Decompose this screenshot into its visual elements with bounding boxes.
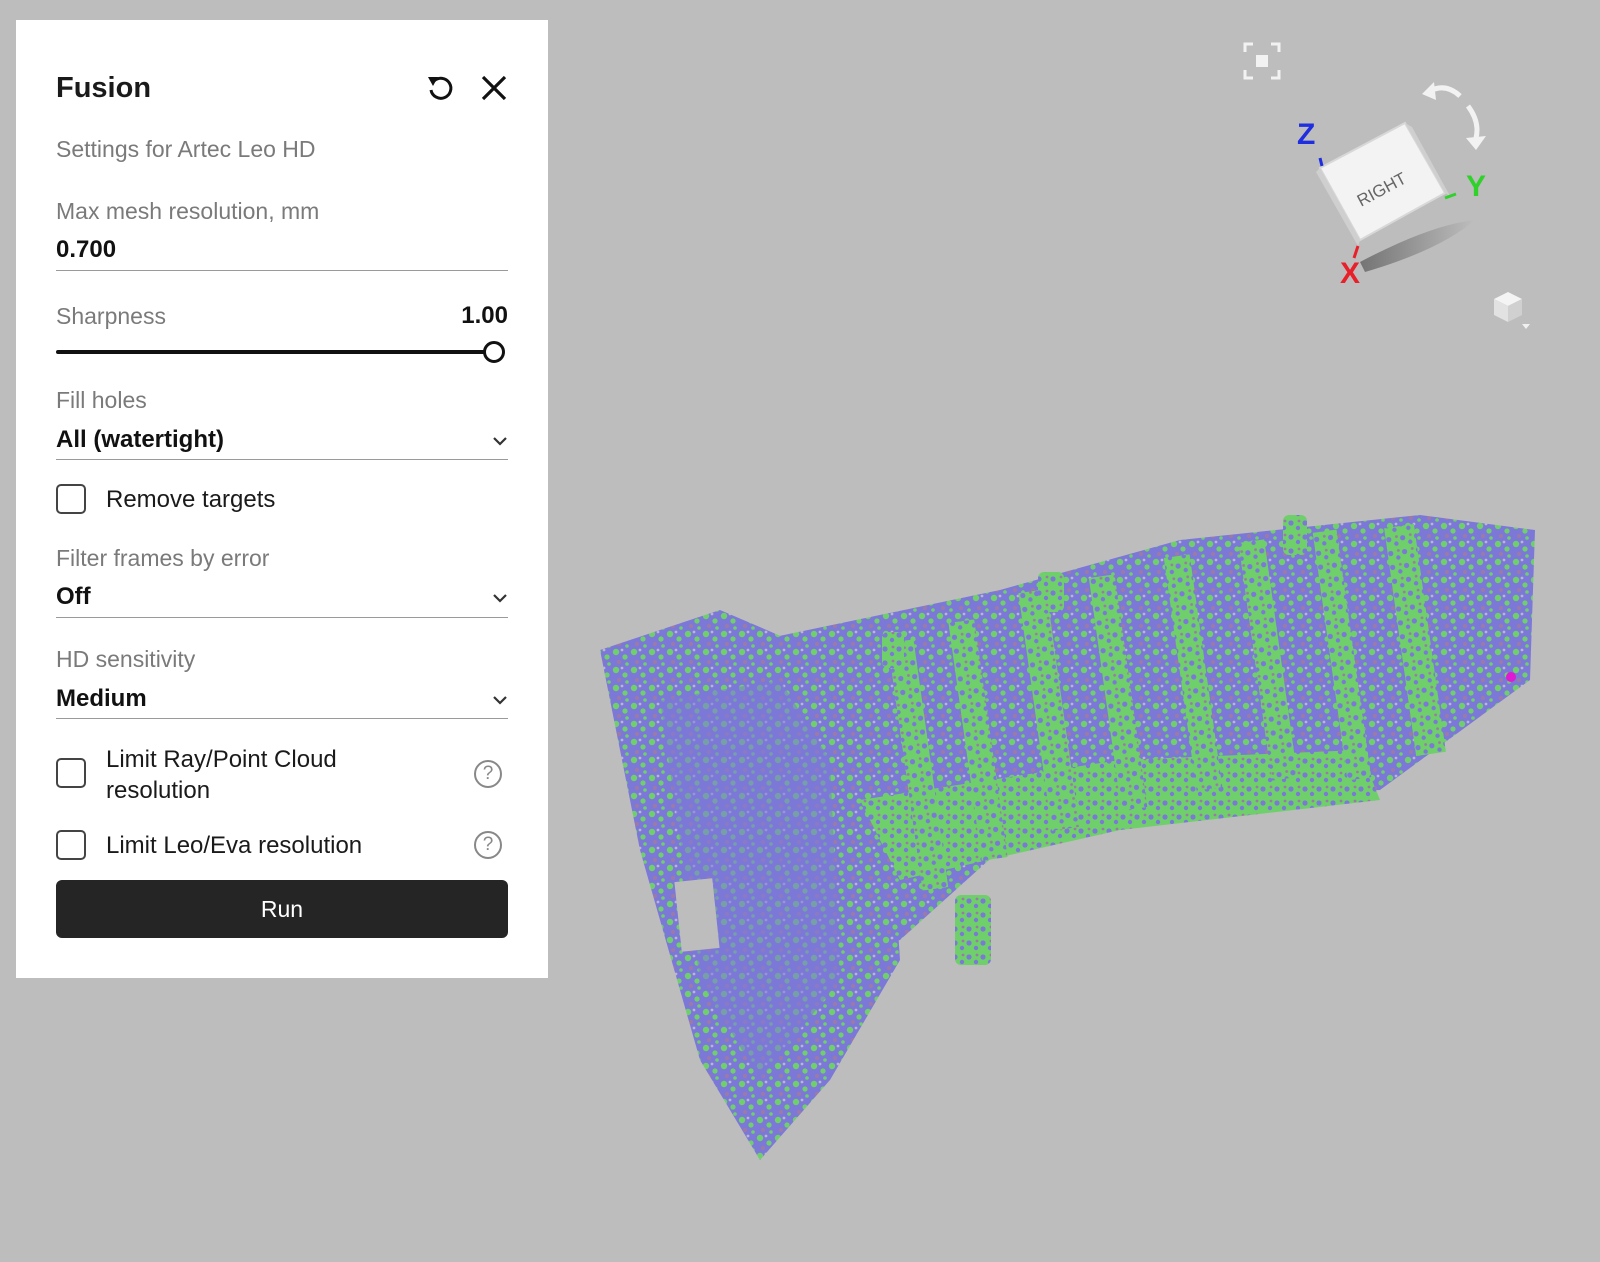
axis-z-label: Z: [1297, 118, 1315, 151]
limit-ray-checkbox[interactable]: [56, 758, 86, 788]
panel-title: Fusion: [56, 72, 152, 104]
hd-sensitivity-label: HD sensitivity: [56, 646, 196, 672]
rotate-right-icon[interactable]: [1465, 104, 1486, 150]
fusion-settings-panel: Fusion Settings for Artec Leo HD Max mes…: [16, 20, 548, 978]
max-mesh-resolution-label: Max mesh resolution, mm: [56, 198, 320, 224]
view-cube[interactable]: RIGHT Z Y X: [1297, 118, 1486, 290]
help-icon[interactable]: ?: [474, 760, 502, 788]
limit-ray-label-line1: Limit Ray/Point Cloud: [106, 746, 337, 773]
axis-y-label: Y: [1466, 170, 1486, 203]
view-cube-menu-icon[interactable]: [1494, 292, 1530, 329]
run-button[interactable]: Run: [56, 880, 508, 938]
close-button[interactable]: [476, 70, 512, 106]
chevron-down-icon[interactable]: [490, 588, 510, 608]
remove-targets-label: Remove targets: [106, 486, 276, 513]
max-mesh-resolution-input[interactable]: 0.700: [56, 236, 508, 264]
chevron-down-icon[interactable]: [490, 690, 510, 710]
rotate-left-icon[interactable]: [1422, 82, 1462, 100]
help-icon[interactable]: ?: [474, 831, 502, 859]
reset-icon: [428, 76, 453, 100]
scanned-model[interactable]: [600, 515, 1535, 1160]
hd-sensitivity-underline: [56, 718, 508, 719]
filter-frames-select[interactable]: Off: [56, 583, 508, 611]
close-icon: [481, 75, 507, 101]
panel-header: Fusion: [56, 70, 508, 110]
sharpness-slider-thumb[interactable]: [483, 341, 505, 363]
fit-view-icon[interactable]: [1243, 42, 1281, 80]
filter-frames-underline: [56, 617, 508, 618]
fill-holes-select[interactable]: All (watertight): [56, 426, 508, 454]
panel-subtitle: Settings for Artec Leo HD: [56, 136, 316, 162]
reset-button[interactable]: [422, 70, 458, 106]
filter-frames-label: Filter frames by error: [56, 545, 270, 571]
axis-x-label: X: [1340, 257, 1360, 290]
hd-sensitivity-select[interactable]: Medium: [56, 685, 508, 713]
sharpness-label: Sharpness: [56, 303, 166, 329]
chevron-down-icon[interactable]: [490, 431, 510, 451]
remove-targets-checkbox[interactable]: [56, 484, 86, 514]
limit-leo-label: Limit Leo/Eva resolution: [106, 832, 363, 859]
max-mesh-underline: [56, 270, 508, 271]
sharpness-slider-track[interactable]: [56, 350, 494, 354]
fill-holes-underline: [56, 459, 508, 460]
limit-ray-label-line2: resolution: [106, 777, 211, 804]
sharpness-value: 1.00: [461, 302, 508, 329]
fill-holes-label: Fill holes: [56, 387, 147, 413]
limit-leo-checkbox[interactable]: [56, 830, 86, 860]
